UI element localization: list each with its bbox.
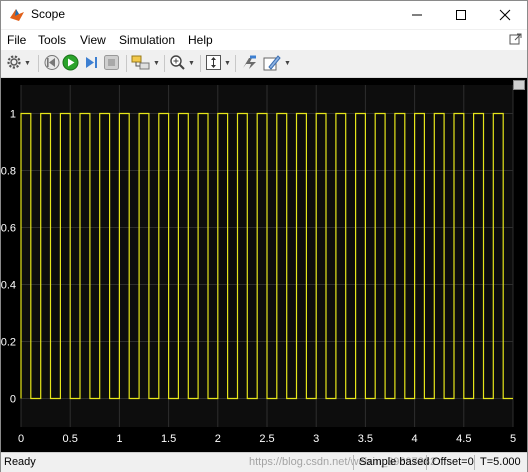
x-tick-label: 0 — [18, 433, 24, 445]
x-tick-label: 4.5 — [456, 433, 471, 445]
status-divider — [426, 455, 427, 470]
minimize-button[interactable] — [395, 1, 439, 29]
status-bar: Ready https://blog.csdn.net/weixin_39897… — [1, 452, 527, 472]
zoom-button[interactable]: ▼ — [169, 54, 195, 73]
x-tick-label: 1 — [116, 433, 122, 445]
step-back-button[interactable] — [43, 54, 60, 73]
chevron-down-icon[interactable]: ▼ — [284, 60, 291, 67]
plot-area[interactable]: 0 0.5 1 1.5 2 2.5 3 3.5 4 4.5 5 0 0.2 0.4 0.6 0.8 1 — [1, 78, 527, 452]
x-tick-label: 2 — [215, 433, 221, 445]
status-time: T=5.000 — [480, 456, 521, 468]
menu-bar: File Tools View Simulation Help — [1, 30, 527, 50]
step-forward-button[interactable] — [83, 54, 100, 73]
y-tick-label: 0 — [10, 394, 16, 406]
highlight-block-button[interactable]: ▼ — [131, 54, 160, 73]
signal-select-button[interactable] — [241, 54, 258, 73]
run-icon — [62, 54, 79, 74]
menu-help[interactable]: Help — [188, 33, 213, 47]
y-tick-label: 0.2 — [1, 337, 16, 349]
run-button[interactable] — [62, 54, 79, 73]
x-tick-label: 2.5 — [259, 433, 274, 445]
y-tick-label: 0.6 — [1, 223, 16, 235]
scope-display: 0 0.5 1 1.5 2 2.5 3 3.5 4 4.5 5 0 0.2 0.4 0.6 0.8 1 — [1, 78, 527, 452]
gear-icon — [6, 54, 22, 73]
configuration-button[interactable]: ▼ — [6, 54, 31, 73]
highlight-block-icon — [131, 54, 151, 74]
menu-tools[interactable]: Tools — [38, 33, 66, 47]
zoom-icon — [169, 54, 186, 74]
x-tick-label: 4 — [412, 433, 418, 445]
stop-button[interactable] — [103, 54, 120, 73]
toolbar-separator — [164, 55, 165, 72]
signal-select-icon — [241, 54, 258, 74]
matlab-logo-icon — [9, 7, 25, 23]
y-tick-label: 0.8 — [1, 166, 16, 178]
toolbar-separator — [126, 55, 127, 72]
x-tick-label: 3 — [313, 433, 319, 445]
autoscale-button[interactable]: ▼ — [205, 54, 231, 73]
toolbar-separator — [200, 55, 201, 72]
chevron-down-icon[interactable]: ▼ — [153, 60, 160, 67]
window-title: Scope — [31, 7, 66, 21]
status-divider — [353, 455, 354, 470]
stop-icon — [103, 54, 120, 74]
close-button[interactable] — [483, 1, 527, 29]
x-tick-label: 1.5 — [161, 433, 176, 445]
status-offset: Offset=0 — [432, 456, 474, 468]
step-back-icon — [43, 54, 60, 74]
y-tick-label: 1 — [10, 109, 16, 121]
style-icon — [263, 54, 282, 74]
status-ready: Ready — [4, 456, 36, 468]
chevron-down-icon[interactable]: ▼ — [188, 60, 195, 67]
scope-window: Scope File Tools View Simulation Help ▼ — [0, 0, 528, 472]
status-divider — [474, 455, 475, 470]
x-tick-label: 3.5 — [358, 433, 373, 445]
step-forward-icon — [83, 54, 100, 74]
x-tick-label: 0.5 — [63, 433, 78, 445]
menu-view[interactable]: View — [80, 33, 106, 47]
toolbar-separator — [38, 55, 39, 72]
y-tick-label: 0.4 — [1, 280, 16, 292]
undock-icon[interactable] — [509, 32, 523, 46]
toolbar: ▼ ▼ ▼ ▼ ▼ — [1, 50, 527, 78]
chevron-down-icon[interactable]: ▼ — [224, 60, 231, 67]
menu-simulation[interactable]: Simulation — [119, 33, 175, 47]
maximize-button[interactable] — [439, 1, 483, 29]
autoscale-icon — [205, 54, 222, 74]
status-mode: Sample based — [359, 456, 430, 468]
chevron-down-icon[interactable]: ▼ — [24, 60, 31, 67]
collapse-icon[interactable] — [513, 80, 525, 90]
menu-file[interactable]: File — [7, 33, 26, 47]
title-bar[interactable]: Scope — [1, 1, 527, 29]
x-tick-label: 5 — [510, 433, 516, 445]
style-button[interactable]: ▼ — [263, 54, 291, 73]
toolbar-separator — [235, 55, 236, 72]
